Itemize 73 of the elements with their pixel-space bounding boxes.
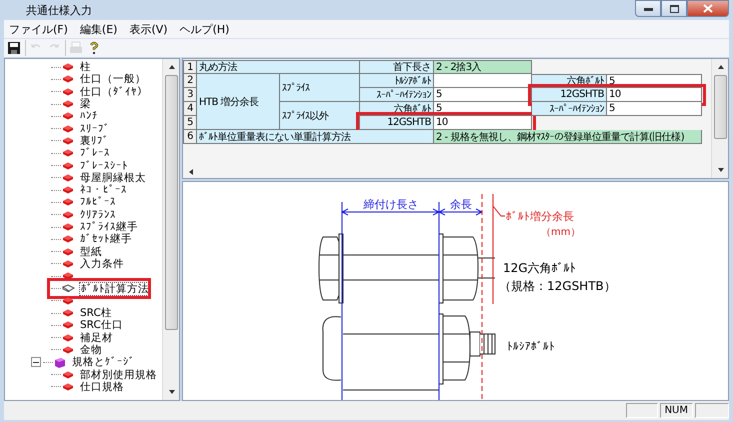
tree-item[interactable]: ﾎﾞﾙﾄ計算方法 [79,282,151,296]
row-number: 3 [183,88,197,102]
tree-item[interactable]: 部材別使用規格 [78,368,159,382]
row-label: HTB 増分余長 [197,74,280,130]
tree-item[interactable]: 仕口（一般） [78,72,148,86]
tree-item[interactable]: ﾈｺ・ﾋﾟｰｽ [78,183,129,198]
tree-item[interactable]: 入力条件 [78,256,126,271]
bolt-label: ﾄﾙｼｱﾎﾞﾙﾄ [507,340,555,353]
tree-item[interactable]: 裏ﾘﾌﾞ [78,134,111,148]
row-label: ｽｰﾊﾟｰﾊｲﾃﾝｼｮﾝ [360,88,434,102]
row-label: 丸め方法 [197,60,360,74]
value-cell[interactable]: 5 [607,102,702,116]
row-number: 1 [183,60,197,74]
tree-item[interactable]: ﾌﾞﾚｰｽ [78,146,112,160]
tree-item[interactable]: SRC仕口 [78,318,125,332]
menu-item[interactable]: ヘルプ(H) [174,22,234,36]
row-label: ｽｰﾊﾟｰﾊｲﾃﾝｼｮﾝ [532,102,607,116]
value-cell[interactable] [434,74,532,88]
save-icon[interactable] [6,40,22,56]
tree-item[interactable]: 梁 [78,97,93,112]
row-number: 2 [183,74,197,88]
collapse-toggle[interactable] [31,357,41,368]
tree-item[interactable]: SRC柱 [78,306,114,320]
tree-item[interactable]: 型紙 [78,244,104,259]
tree-item[interactable]: ｸﾘｱﾗﾝｽ [78,208,118,222]
menu-item[interactable]: 編集(E) [74,22,122,36]
tree-item[interactable]: ｽﾌﾟﾗｲｽ継手 [78,220,140,234]
value-cell[interactable]: 2 - 規格を無視し、鋼材ﾏｽﾀｰの登録単位重量で計算(旧仕様) [434,130,702,144]
tree-item[interactable]: 仕口規格 [78,380,126,394]
maximize-button[interactable] [661,0,687,17]
minimize-button[interactable] [635,0,661,17]
menu-item[interactable]: 表示(V) [124,22,173,36]
tree-item[interactable]: 規格とｹﾞｰｼﾞ [70,355,137,370]
tree-item[interactable]: ｽﾘｰﾌﾞ [78,122,112,136]
row-number: 4 [183,102,197,116]
tree-item[interactable]: ｶﾞｾｯﾄ継手 [78,232,134,246]
row-label: ｽﾌﾟﾗｲｽ以外 [280,102,360,130]
tree-item[interactable]: 母屋胴縁根太 [78,170,148,185]
dimension-label: 余長 [450,198,472,211]
tree-item[interactable]: ﾌﾙﾋﾟｰｽ [78,195,118,210]
maximize-icon [670,4,678,12]
bolt-label: 12G六角ﾎﾞﾙﾄ [503,261,576,275]
row-number: 5 [183,116,197,130]
tree-item[interactable]: 仕口（ﾀﾞｲﾔ） [78,84,150,99]
tree-item[interactable]: 金物 [78,342,104,357]
status-pane [695,403,729,418]
row-label: ｽﾌﾟﾗｲｽ [280,74,360,102]
tree-item[interactable]: ﾌﾞﾚｰｽｼｰﾄ [78,158,130,173]
close-button[interactable] [687,0,729,17]
allowance-label: ﾎﾞﾙﾄ増分余長 [506,210,574,223]
scrollbar-thumb[interactable] [164,75,178,330]
row-label: ﾄﾙｼｱﾎﾞﾙﾄ [360,74,434,88]
value-cell[interactable]: 2 - 2捨3入 [434,60,532,74]
status-pane [626,403,658,418]
book-icon [54,356,66,368]
tree-item[interactable]: 柱 [78,60,93,74]
bolt-spec-label: （規格：12GSHTB） [499,279,616,293]
scrollbar-thumb[interactable] [714,75,726,139]
value-cell[interactable]: 10 [434,116,532,130]
minimize-icon [644,6,652,10]
tree-item[interactable]: ﾊﾝﾁ [78,109,100,124]
value-cell[interactable]: 10 [607,88,702,102]
row-label: ﾎﾞﾙﾄ単位重量表にない単重計算方法 [197,130,434,144]
tree-item[interactable]: 補足材 [78,330,115,345]
status-indicator: NUM [660,403,693,418]
window-title: 共通仕様入力 [25,2,92,18]
menu-item[interactable]: ファイル(F) [4,22,73,36]
close-icon [703,4,713,13]
value-cell[interactable]: 5 [434,88,532,102]
dimension-label: 締付け長さ [364,198,418,211]
unit-label: （mm） [541,227,580,238]
row-label: 首下長さ [360,60,434,74]
row-number: 6 [183,130,197,144]
